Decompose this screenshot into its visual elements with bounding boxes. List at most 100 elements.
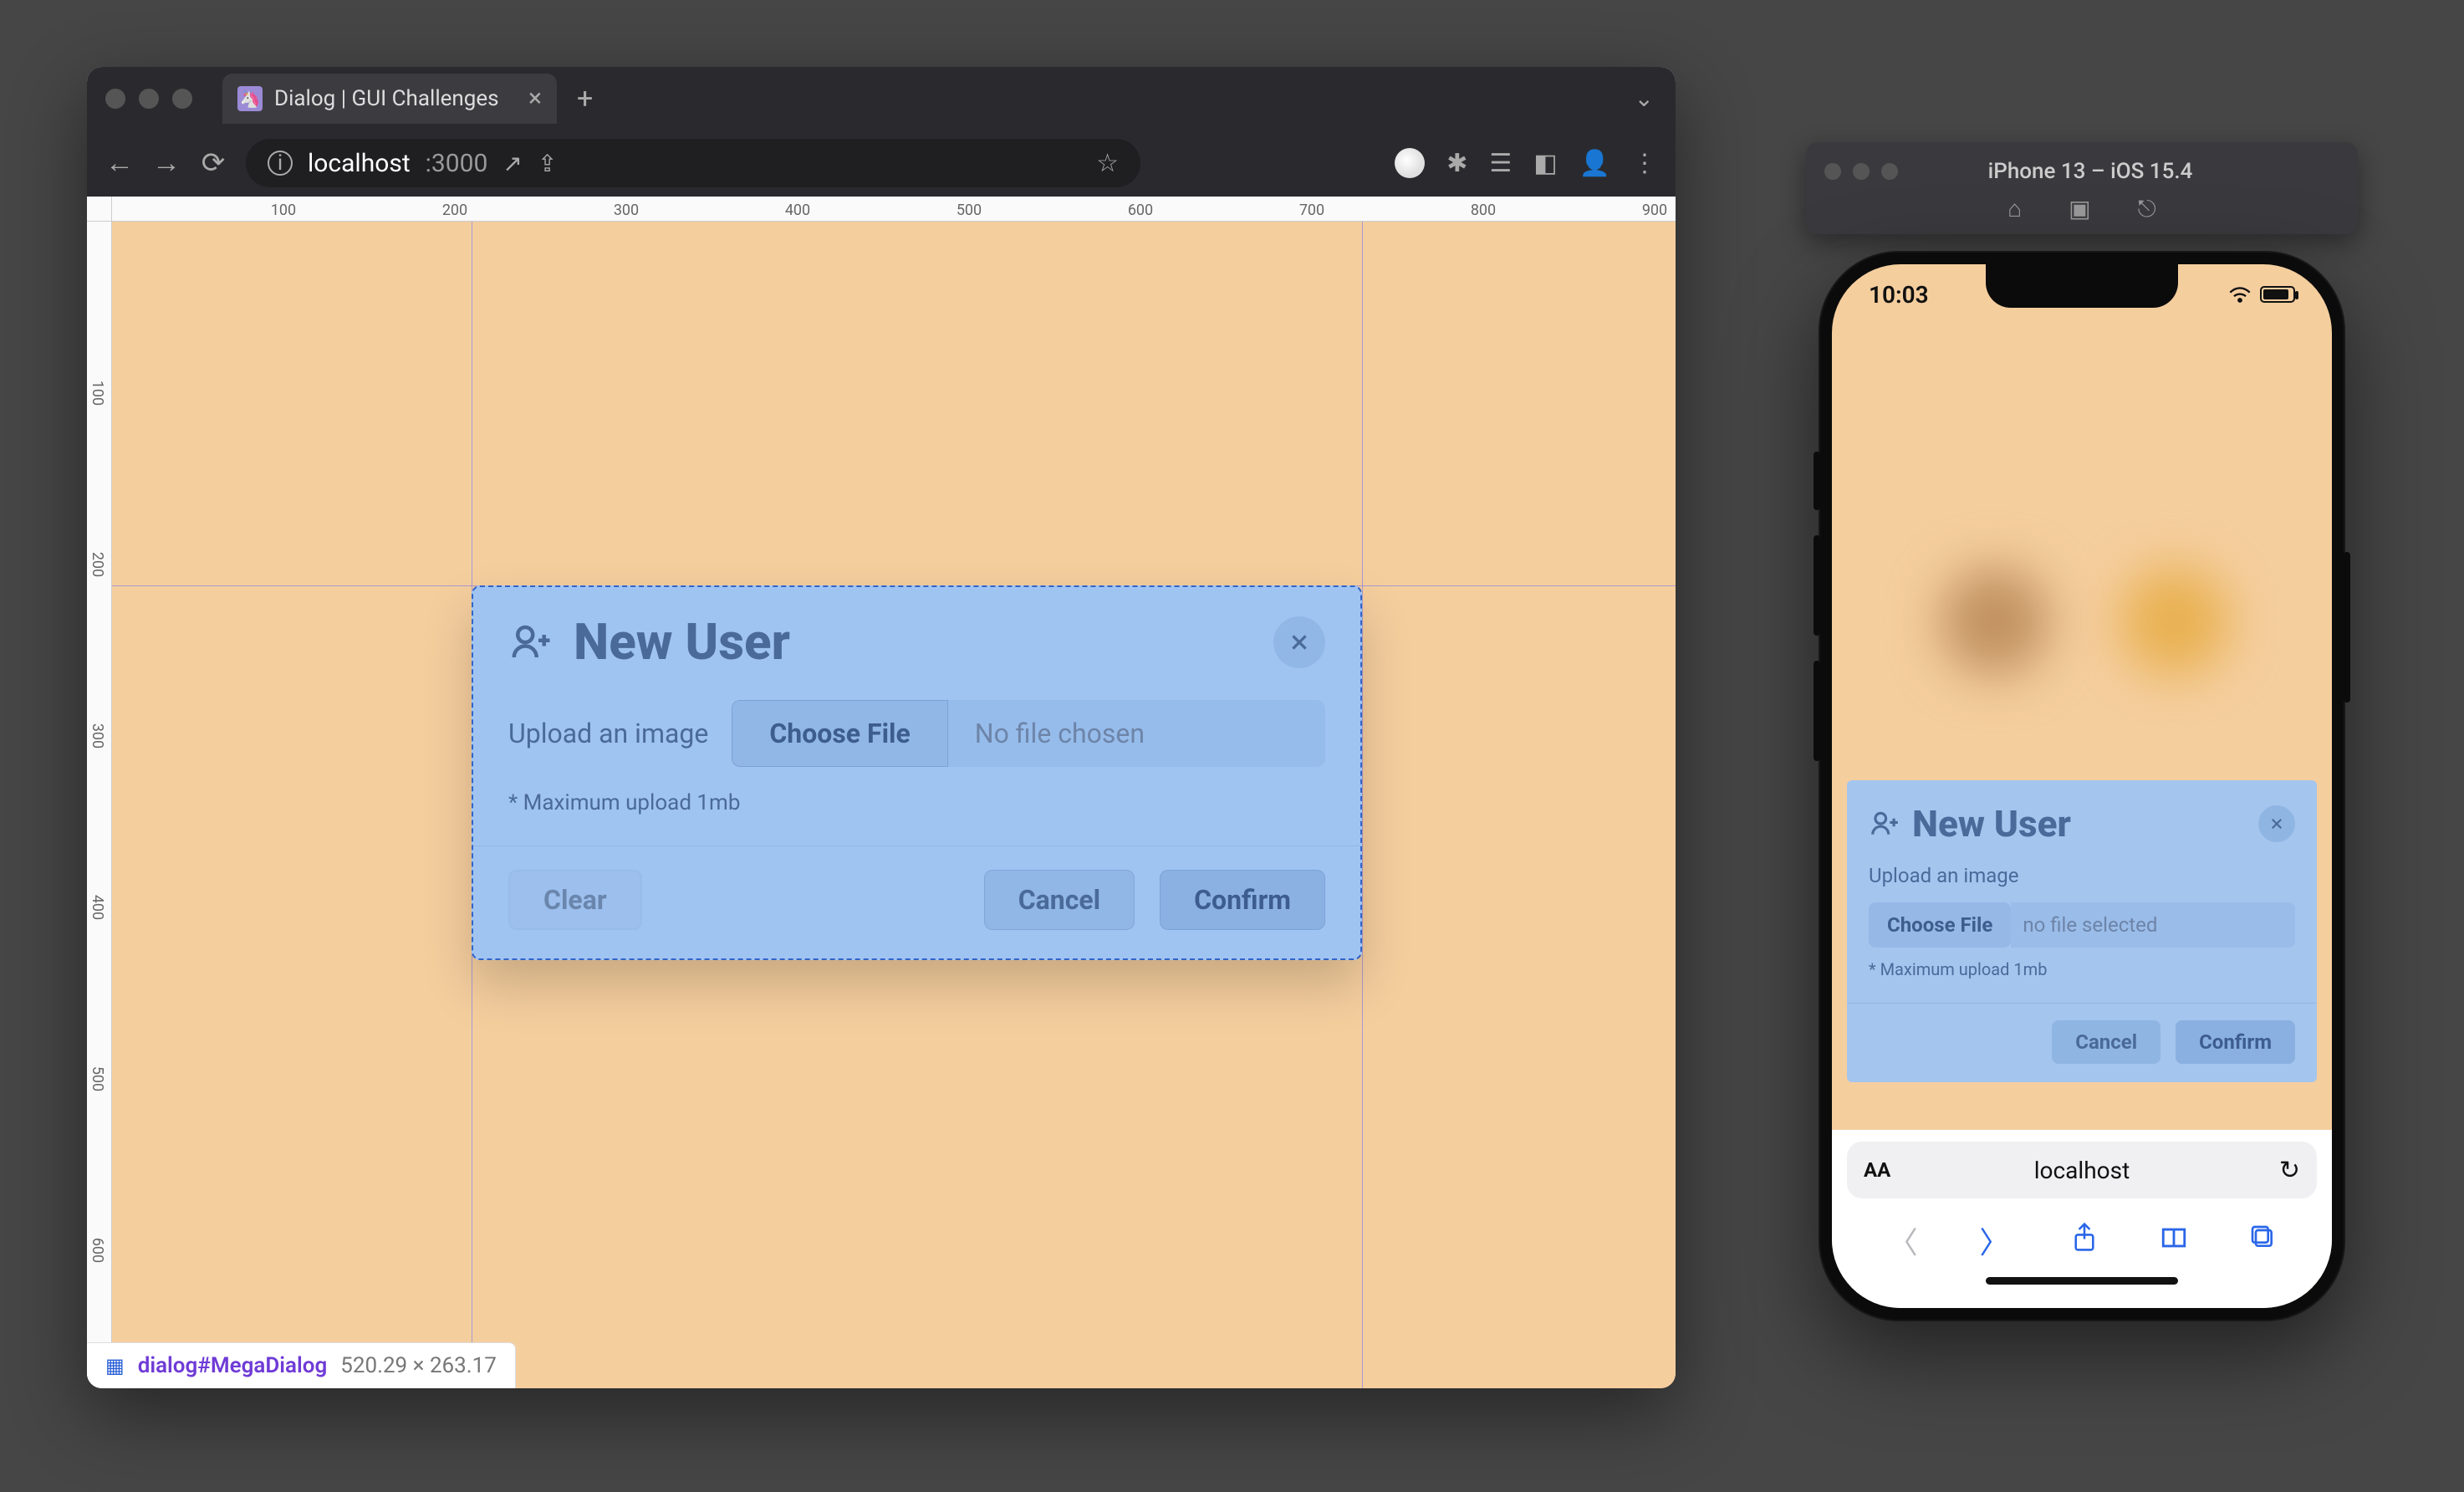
simulator-icons: ⌂ ▣ ⎋ <box>2007 195 2156 223</box>
dialog-header: New User <box>1847 780 2317 857</box>
phone-page[interactable]: New User Upload an image Choose File no … <box>1832 324 2332 1130</box>
profile-icon[interactable]: 👤 <box>1579 149 1610 178</box>
ruler-tick: 700 <box>1299 202 1324 219</box>
forward-button[interactable]: → <box>152 146 181 180</box>
extension-compass-icon[interactable] <box>1395 148 1425 178</box>
zoom-window-icon[interactable] <box>1881 163 1898 180</box>
guide-line <box>1362 222 1363 1388</box>
ruler-vertical: 100 200 300 400 500 600 <box>87 222 112 1388</box>
simulator-toolbar: iPhone 13 – iOS 15.4 ⌂ ▣ ⎋ <box>1806 142 2358 234</box>
ruler-tick: 500 <box>957 202 982 219</box>
site-info-icon[interactable]: i <box>268 151 293 176</box>
grid-icon: ▦ <box>105 1354 125 1377</box>
page-canvas[interactable]: New User Upload an image Choose File No … <box>112 222 1676 1388</box>
phone-power-button <box>2344 552 2350 703</box>
mega-dialog[interactable]: New User Upload an image Choose File No … <box>472 585 1362 960</box>
safari-bottom-bar: 〈 〉 <box>1832 1210 2332 1270</box>
back-button[interactable]: ← <box>105 146 134 180</box>
minimize-window-icon[interactable] <box>139 89 159 109</box>
minimize-window-icon[interactable] <box>1853 163 1870 180</box>
reload-button[interactable]: ⟳ <box>199 146 227 180</box>
ruler-tick: 100 <box>271 202 296 219</box>
background-blur <box>1941 567 2049 676</box>
upload-row: Upload an image Choose File No file chos… <box>508 700 1325 767</box>
confirm-button[interactable]: Confirm <box>1160 870 1325 930</box>
ruler-tick: 300 <box>614 202 639 219</box>
add-user-icon <box>508 620 554 665</box>
cancel-button[interactable]: Cancel <box>984 870 1135 930</box>
dialog-body: Upload an image Choose File No file chos… <box>473 690 1360 820</box>
ruler-corner <box>87 197 112 222</box>
dialog-close-button[interactable] <box>2258 805 2295 842</box>
ruler-tick: 400 <box>89 895 106 920</box>
file-input[interactable]: Choose File no file selected <box>1869 902 2295 948</box>
devtools-panel-icon[interactable]: ◧ <box>1533 149 1557 178</box>
browser-window: 🦄 Dialog | GUI Challenges × + ⌄ ← → ⟳ i … <box>87 67 1676 1388</box>
safari-url: localhost <box>2034 1157 2130 1184</box>
extensions-icon[interactable]: ✱ <box>1446 149 1467 178</box>
rotate-icon[interactable]: ⎋ <box>2138 195 2156 223</box>
back-icon[interactable]: 〈 <box>1888 1219 1918 1262</box>
safari-toolbar: AA localhost ↻ 〈 〉 <box>1832 1130 2332 1308</box>
ruler-tick: 900 <box>1642 202 1667 219</box>
ruler-tick: 100 <box>89 381 106 406</box>
toolbar: ← → ⟳ i localhost :3000 ↗ ⇪ ☆ ✱ ☰ ◧ 👤 ⋮ <box>87 130 1676 197</box>
ruler-tick: 200 <box>442 202 467 219</box>
choose-file-button[interactable]: Choose File <box>732 700 947 767</box>
bookmark-icon[interactable]: ☆ <box>1096 149 1119 178</box>
ruler-tick: 300 <box>89 723 106 749</box>
screenshot-icon[interactable]: ▣ <box>2069 195 2090 223</box>
close-icon <box>2269 816 2284 831</box>
tab-strip: 🦄 Dialog | GUI Challenges × + ⌄ <box>87 67 1676 130</box>
mega-dialog-mobile[interactable]: New User Upload an image Choose File no … <box>1847 780 2317 1082</box>
tabs-overflow-icon[interactable]: ⌄ <box>1635 84 1654 112</box>
upload-label: Upload an image <box>508 718 708 749</box>
share-icon[interactable]: ⇪ <box>538 150 557 177</box>
window-controls[interactable] <box>105 89 192 109</box>
file-status: No file chosen <box>948 700 1325 767</box>
upload-label: Upload an image <box>1869 864 2295 887</box>
close-window-icon[interactable] <box>105 89 125 109</box>
devtools-dimensions: 520.29 × 263.17 <box>340 1353 497 1378</box>
reading-list-icon[interactable]: ☰ <box>1489 149 1512 178</box>
tabs-icon[interactable] <box>2249 1223 2276 1258</box>
zoom-window-icon[interactable] <box>172 89 192 109</box>
bookmarks-icon[interactable] <box>2160 1223 2188 1258</box>
url-port: :3000 <box>426 149 488 178</box>
forward-icon[interactable]: 〉 <box>1979 1219 2009 1262</box>
browser-tab[interactable]: 🦄 Dialog | GUI Challenges × <box>222 74 557 124</box>
ruler-tick: 400 <box>785 202 810 219</box>
file-input[interactable]: Choose File No file chosen <box>732 700 1325 767</box>
ruler-tick: 500 <box>89 1066 106 1091</box>
ruler-tick: 600 <box>89 1238 106 1263</box>
phone-notch <box>1986 264 2178 308</box>
safari-address-bar[interactable]: AA localhost ↻ <box>1847 1142 2317 1198</box>
dialog-close-button[interactable] <box>1273 616 1325 668</box>
phone-volume-up <box>1814 535 1820 636</box>
choose-file-button[interactable]: Choose File <box>1869 902 2011 948</box>
ruler-tick: 600 <box>1128 202 1153 219</box>
browser-chrome: 🦄 Dialog | GUI Challenges × + ⌄ ← → ⟳ i … <box>87 67 1676 197</box>
home-icon[interactable]: ⌂ <box>2007 195 2022 223</box>
address-bar[interactable]: i localhost :3000 ↗ ⇪ ☆ <box>246 139 1140 187</box>
open-external-icon[interactable]: ↗ <box>502 150 522 177</box>
new-tab-button[interactable]: + <box>577 82 593 115</box>
cancel-button[interactable]: Cancel <box>2052 1020 2160 1064</box>
dialog-body: Upload an image Choose File no file sele… <box>1847 857 2317 986</box>
share-icon[interactable] <box>2071 1222 2098 1260</box>
clear-button[interactable]: Clear <box>508 870 642 930</box>
tab-close-icon[interactable]: × <box>528 84 542 113</box>
close-window-icon[interactable] <box>1824 163 1841 180</box>
url-host: localhost <box>308 149 411 178</box>
dialog-footer: Clear Cancel Confirm <box>473 846 1360 958</box>
add-user-icon <box>1869 808 1900 840</box>
phone-mute-switch <box>1814 452 1820 510</box>
confirm-button[interactable]: Confirm <box>2176 1020 2295 1064</box>
reader-icon[interactable]: AA <box>1864 1158 1890 1182</box>
reload-icon[interactable]: ↻ <box>2279 1156 2300 1185</box>
overflow-menu-icon[interactable]: ⋮ <box>1632 149 1657 178</box>
home-indicator[interactable] <box>1986 1277 2178 1285</box>
viewport: 100 200 300 400 500 600 700 800 900 100 … <box>87 197 1676 1388</box>
tab-title: Dialog | GUI Challenges <box>274 86 499 111</box>
simulator-window-controls[interactable] <box>1806 163 1898 180</box>
